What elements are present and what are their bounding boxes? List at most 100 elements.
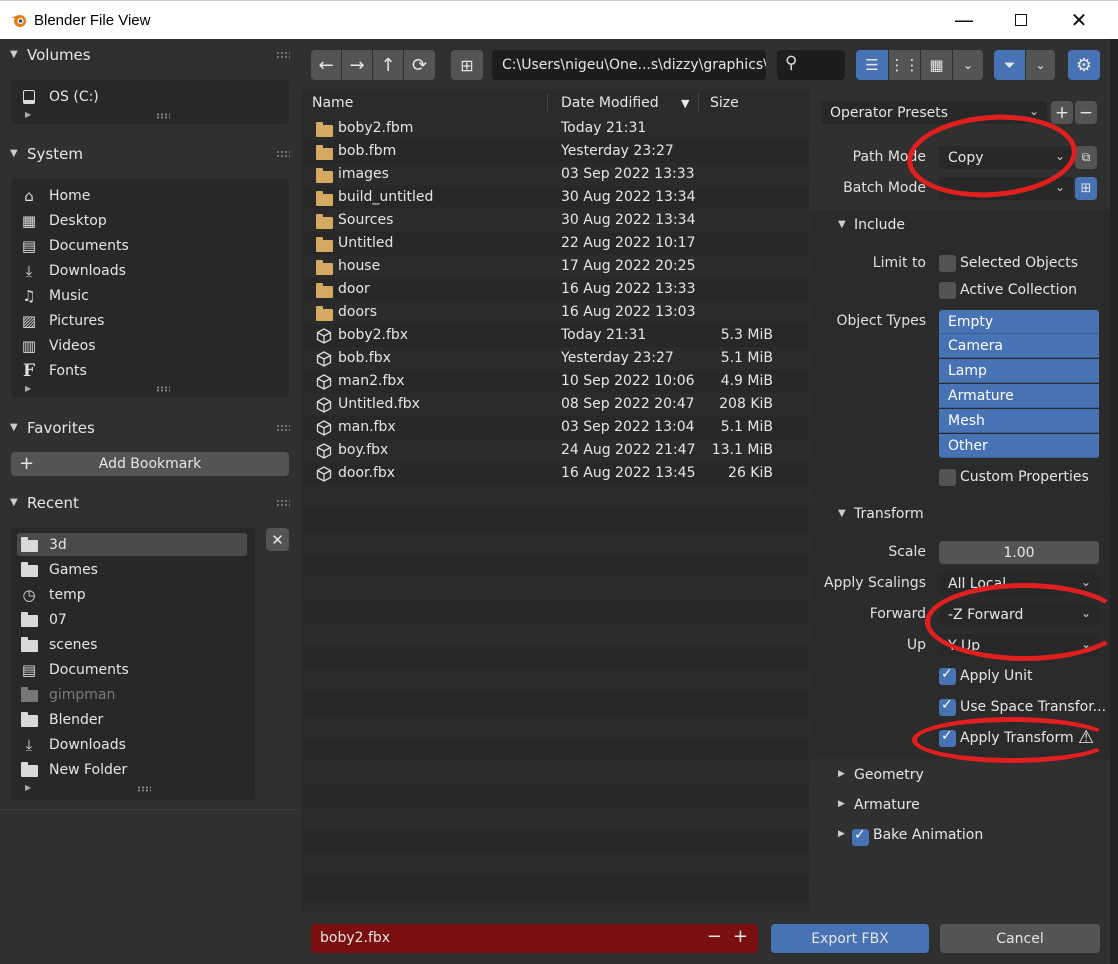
file-row[interactable]: build_untitled 30 Aug 2022 13:34 [301,186,809,209]
file-row[interactable]: boby2.fbm Today 21:31 [301,117,809,140]
apply-unit-checkbox[interactable] [939,666,956,685]
object-type-armature[interactable]: Armature [939,384,1099,408]
display-thumbnails-button[interactable]: ▦ [921,50,952,80]
drag-grip-icon[interactable] [276,150,290,158]
file-row[interactable]: house 17 Aug 2022 20:25 [301,255,809,278]
cancel-button[interactable]: Cancel [940,924,1100,953]
object-type-camera[interactable]: Camera [939,334,1099,358]
recent-item-gimpman[interactable]: gimpman [17,683,247,706]
active-collection-checkbox[interactable] [939,282,956,299]
object-type-other[interactable]: Other [939,434,1099,458]
volume-item-os[interactable]: OS (C:) [17,85,247,108]
file-name: man.fbx [338,419,396,435]
new-folder-button[interactable]: ⊞ [451,50,483,80]
system-item-downloads[interactable]: ⤓ Downloads [17,259,247,282]
filter-options-dropdown[interactable]: ⌄ [1026,50,1055,80]
system-item-music[interactable]: ♫ Music [17,284,247,307]
system-item-pictures[interactable]: ▨ Pictures [17,309,247,332]
drag-grip-icon[interactable] [276,424,290,432]
geometry-header[interactable]: ▶ Geometry [810,761,1110,791]
refresh-button[interactable]: ⟳ [404,50,435,80]
object-type-lamp[interactable]: Lamp [939,359,1099,383]
filter-toggle-button[interactable]: ⏷ [994,50,1025,80]
file-row[interactable]: images 03 Sep 2022 13:33 [301,163,809,186]
file-row[interactable]: doors 16 Aug 2022 13:03 [301,301,809,324]
drag-grip-icon[interactable] [276,499,290,507]
clear-recent-button[interactable]: ✕ [266,528,289,551]
sort-descending-icon[interactable]: ▼ [681,97,689,110]
add-preset-button[interactable]: + [1051,101,1073,124]
parent-directory-button[interactable]: ↑ [373,50,403,80]
resize-grip-icon[interactable] [156,386,170,392]
recent-item-downloads[interactable]: ⤓ Downloads [17,733,247,756]
volumes-header[interactable]: ▼ Volumes [0,40,300,70]
file-row[interactable]: boy.fbx 24 Aug 2022 21:47 13.1 MiB [301,439,809,462]
embed-textures-toggle[interactable]: ⧉ [1075,146,1097,169]
system-item-home[interactable]: ⌂ Home [17,184,247,207]
favorites-header[interactable]: ▼ Favorites [0,413,300,443]
forward-button[interactable]: → [342,50,372,80]
display-list-horizontal-button[interactable]: ⋮⋮ [889,50,920,80]
system-item-videos[interactable]: ▥ Videos [17,334,247,357]
remove-preset-button[interactable]: − [1075,101,1097,124]
system-header[interactable]: ▼ System [0,139,300,169]
recent-item-blender[interactable]: Blender [17,708,247,731]
settings-toggle-button[interactable]: ⚙ [1068,50,1100,80]
column-date-header[interactable]: Date Modified [561,95,659,111]
resize-grip-icon[interactable] [137,786,151,792]
file-row[interactable]: man2.fbx 10 Sep 2022 10:06 4.9 MiB [301,370,809,393]
add-bookmark-button[interactable]: + Add Bookmark [11,452,289,476]
bake-animation-checkbox[interactable] [852,827,869,846]
transform-header[interactable]: ▼ Transform [810,500,1110,530]
include-header[interactable]: ▼ Include [810,211,1110,241]
recent-item-07[interactable]: 07 [17,608,247,631]
system-item-documents[interactable]: ▤ Documents [17,234,247,257]
file-row[interactable]: Untitled 22 Aug 2022 10:17 [301,232,809,255]
recent-item-new-folder[interactable]: New Folder [17,758,247,781]
column-name-header[interactable]: Name [312,95,353,111]
file-row[interactable]: Sources 30 Aug 2022 13:34 [301,209,809,232]
expand-arrow-icon[interactable]: ▶ [25,783,31,792]
drag-grip-icon[interactable] [276,51,290,59]
recent-item-3d[interactable]: 3d [17,533,247,556]
bake-animation-header[interactable]: ▶ Bake Animation [810,821,1110,851]
minimize-button[interactable]: — [941,1,987,39]
object-type-mesh[interactable]: Mesh [939,409,1099,433]
system-item-desktop[interactable]: ▦ Desktop [17,209,247,232]
file-row[interactable]: door 16 Aug 2022 13:33 [301,278,809,301]
selected-objects-checkbox[interactable] [939,255,956,272]
object-type-empty[interactable]: Empty [939,310,1099,334]
file-row[interactable]: bob.fbm Yesterday 23:27 [301,140,809,163]
custom-properties-checkbox[interactable] [939,469,956,486]
increment-filename-button[interactable]: + [733,926,748,947]
back-button[interactable]: ← [311,50,341,80]
column-size-header[interactable]: Size [710,95,739,111]
scale-field[interactable]: 1.00 [939,541,1099,564]
file-row[interactable]: bob.fbx Yesterday 23:27 5.1 MiB [301,347,809,370]
batch-own-dir-toggle[interactable]: ⊞ [1075,177,1097,200]
resize-grip-icon[interactable] [156,113,170,119]
close-window-button[interactable]: ✕ [1056,1,1102,39]
file-row[interactable]: man.fbx 03 Sep 2022 13:04 5.1 MiB [301,416,809,439]
recent-item-temp[interactable]: ◷ temp [17,583,247,606]
decrement-filename-button[interactable]: − [707,926,722,947]
recent-item-games[interactable]: Games [17,558,247,581]
recent-header[interactable]: ▼ Recent [0,488,300,518]
display-list-vertical-button[interactable]: ☰ [856,50,888,80]
expand-arrow-icon[interactable]: ▶ [25,384,31,393]
file-row[interactable]: door.fbx 16 Aug 2022 13:45 26 KiB [301,462,809,485]
export-fbx-button[interactable]: Export FBX [771,924,929,953]
filename-input[interactable]: boby2.fbx − + [311,924,758,953]
file-row[interactable]: Untitled.fbx 08 Sep 2022 20:47 208 KiB [301,393,809,416]
display-options-dropdown[interactable]: ⌄ [953,50,983,80]
system-item-fonts[interactable]: F Fonts [17,359,247,382]
recent-item-documents[interactable]: ▤ Documents [17,658,247,681]
armature-header[interactable]: ▶ Armature [810,791,1110,821]
path-input[interactable]: C:\Users\nigeu\One...s\dizzy\graphics\3d… [492,50,766,80]
file-row[interactable]: boby2.fbx Today 21:31 5.3 MiB [301,324,809,347]
expand-arrow-icon[interactable]: ▶ [25,110,31,119]
search-input[interactable]: ⚲ [777,50,845,80]
maximize-button[interactable] [998,1,1044,39]
use-space-transform-checkbox[interactable] [939,697,956,716]
recent-item-scenes[interactable]: scenes [17,633,247,656]
